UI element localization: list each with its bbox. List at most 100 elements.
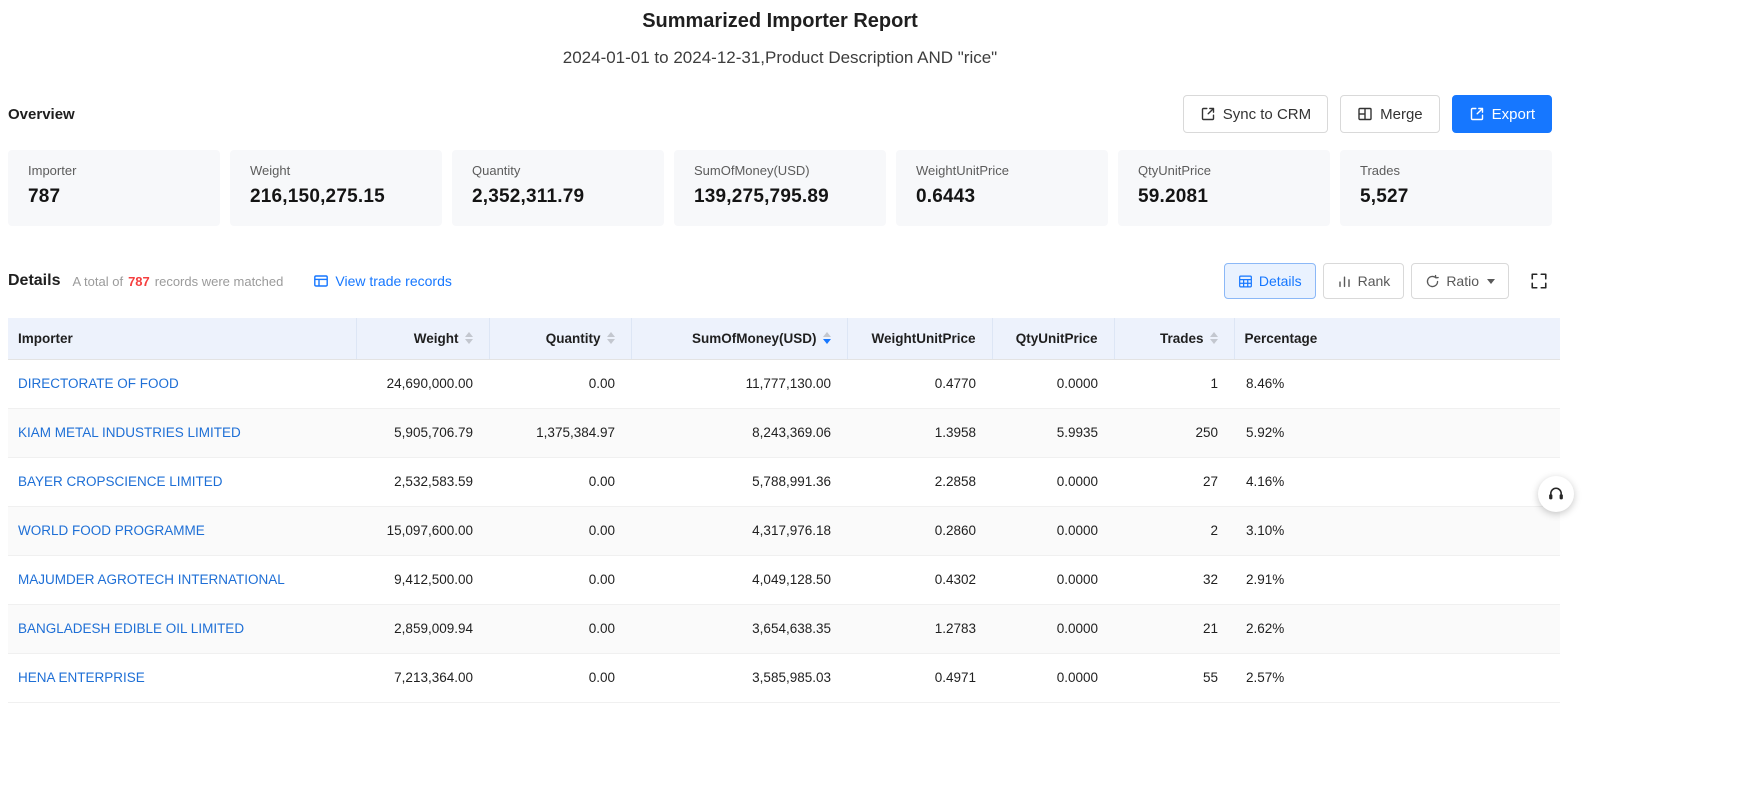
trade-records-icon bbox=[313, 273, 329, 289]
fullscreen-button[interactable] bbox=[1526, 268, 1552, 294]
matched-summary: A total of 787 records were matched bbox=[72, 274, 283, 289]
trades-cell: 2 bbox=[1114, 506, 1234, 555]
stat-value: 59.2081 bbox=[1138, 186, 1310, 208]
export-button[interactable]: Export bbox=[1452, 95, 1552, 133]
sort-carets-icon[interactable] bbox=[465, 332, 473, 344]
percentage-cell: 5.92% bbox=[1234, 408, 1560, 457]
stats-row: Importer 787 Weight 216,150,275.15 Quant… bbox=[8, 150, 1552, 226]
stat-value: 2,352,311.79 bbox=[472, 186, 644, 208]
sum-of-money-cell: 11,777,130.00 bbox=[631, 359, 847, 408]
rank-toggle-label: Rank bbox=[1358, 273, 1391, 289]
percentage-cell: 8.46% bbox=[1234, 359, 1560, 408]
weight-unit-price-cell: 0.4770 bbox=[847, 359, 992, 408]
table-row: BANGLADESH EDIBLE OIL LIMITED 2,859,009.… bbox=[8, 604, 1560, 653]
column-label: Trades bbox=[1160, 331, 1204, 346]
stat-label: WeightUnitPrice bbox=[916, 163, 1088, 178]
importer-link[interactable]: BANGLADESH EDIBLE OIL LIMITED bbox=[18, 621, 244, 636]
importer-link[interactable]: KIAM METAL INDUSTRIES LIMITED bbox=[18, 425, 241, 440]
weight-unit-price-cell: 0.4971 bbox=[847, 653, 992, 702]
merge-icon bbox=[1357, 106, 1373, 122]
weight-cell: 2,532,583.59 bbox=[356, 457, 489, 506]
merge-label: Merge bbox=[1380, 106, 1423, 123]
weight-cell: 2,859,009.94 bbox=[356, 604, 489, 653]
importer-link[interactable]: HENA ENTERPRISE bbox=[18, 670, 145, 685]
importer-link[interactable]: WORLD FOOD PROGRAMME bbox=[18, 523, 205, 538]
stat-card: Quantity 2,352,311.79 bbox=[452, 150, 664, 226]
importer-cell: BANGLADESH EDIBLE OIL LIMITED bbox=[8, 604, 356, 653]
importer-link[interactable]: DIRECTORATE OF FOOD bbox=[18, 376, 179, 391]
sort-carets-icon[interactable] bbox=[1210, 332, 1218, 344]
column-header-weight[interactable]: Weight bbox=[356, 318, 489, 359]
column-header-trades[interactable]: Trades bbox=[1114, 318, 1234, 359]
ratio-toggle-label: Ratio bbox=[1446, 273, 1479, 289]
quantity-cell: 0.00 bbox=[489, 604, 631, 653]
weight-cell: 7,213,364.00 bbox=[356, 653, 489, 702]
bar-chart-icon bbox=[1337, 274, 1352, 289]
importer-link[interactable]: BAYER CROPSCIENCE LIMITED bbox=[18, 474, 223, 489]
column-header-quantity[interactable]: Quantity bbox=[489, 318, 631, 359]
sum-of-money-cell: 3,585,985.03 bbox=[631, 653, 847, 702]
weight-cell: 9,412,500.00 bbox=[356, 555, 489, 604]
column-header-percentage: Percentage bbox=[1234, 318, 1560, 359]
trades-cell: 1 bbox=[1114, 359, 1234, 408]
support-button[interactable] bbox=[1538, 476, 1574, 512]
sum-of-money-cell: 4,049,128.50 bbox=[631, 555, 847, 604]
weight-unit-price-cell: 1.3958 bbox=[847, 408, 992, 457]
stat-card: Weight 216,150,275.15 bbox=[230, 150, 442, 226]
column-label: Percentage bbox=[1245, 331, 1318, 346]
details-view-toggle[interactable]: Details bbox=[1224, 263, 1316, 299]
sort-carets-icon[interactable] bbox=[607, 332, 615, 344]
table-header-row: Importer Weight Quantity SumOfMoney(USD)Wei… bbox=[8, 318, 1560, 359]
column-header-importer: Importer bbox=[8, 318, 356, 359]
page-title: Summarized Importer Report bbox=[0, 10, 1560, 33]
weight-cell: 5,905,706.79 bbox=[356, 408, 489, 457]
quantity-cell: 0.00 bbox=[489, 506, 631, 555]
importer-cell: DIRECTORATE OF FOOD bbox=[8, 359, 356, 408]
weight-unit-price-cell: 0.4302 bbox=[847, 555, 992, 604]
percentage-cell: 4.16% bbox=[1234, 457, 1560, 506]
quantity-cell: 0.00 bbox=[489, 555, 631, 604]
column-label: Importer bbox=[18, 331, 73, 346]
stat-value: 5,527 bbox=[1360, 186, 1532, 208]
weight-unit-price-cell: 2.2858 bbox=[847, 457, 992, 506]
action-buttons: Sync to CRM Merge Export bbox=[1183, 95, 1552, 133]
page-content: Summarized Importer Report 2024-01-01 to… bbox=[0, 0, 1560, 703]
column-header-sum_of_money[interactable]: SumOfMoney(USD) bbox=[631, 318, 847, 359]
table-row: DIRECTORATE OF FOOD 24,690,000.00 0.00 1… bbox=[8, 359, 1560, 408]
stat-card: QtyUnitPrice 59.2081 bbox=[1118, 150, 1330, 226]
chevron-down-icon bbox=[1487, 279, 1495, 284]
stat-card: SumOfMoney(USD) 139,275,795.89 bbox=[674, 150, 886, 226]
quantity-cell: 1,375,384.97 bbox=[489, 408, 631, 457]
merge-button[interactable]: Merge bbox=[1340, 95, 1440, 133]
export-icon bbox=[1469, 106, 1485, 122]
table-view-icon bbox=[1238, 274, 1253, 289]
overview-bar: Overview Sync to CRM Merge Export bbox=[8, 95, 1552, 133]
importer-link[interactable]: MAJUMDER AGROTECH INTERNATIONAL bbox=[18, 572, 285, 587]
stat-label: QtyUnitPrice bbox=[1138, 163, 1310, 178]
table-row: BAYER CROPSCIENCE LIMITED 2,532,583.59 0… bbox=[8, 457, 1560, 506]
quantity-cell: 0.00 bbox=[489, 359, 631, 408]
importer-cell: HENA ENTERPRISE bbox=[8, 653, 356, 702]
trades-cell: 55 bbox=[1114, 653, 1234, 702]
rank-view-toggle[interactable]: Rank bbox=[1323, 263, 1405, 299]
column-label: Quantity bbox=[546, 331, 601, 346]
stat-card: WeightUnitPrice 0.6443 bbox=[896, 150, 1108, 226]
sync-to-crm-button[interactable]: Sync to CRM bbox=[1183, 95, 1328, 133]
sync-to-crm-label: Sync to CRM bbox=[1223, 106, 1311, 123]
report-header: Summarized Importer Report 2024-01-01 to… bbox=[0, 0, 1560, 68]
column-header-weight_unit_price: WeightUnitPrice bbox=[847, 318, 992, 359]
ratio-view-toggle[interactable]: Ratio bbox=[1411, 263, 1509, 299]
percentage-cell: 2.57% bbox=[1234, 653, 1560, 702]
details-toggle-label: Details bbox=[1259, 273, 1302, 289]
qty-unit-price-cell: 0.0000 bbox=[992, 506, 1114, 555]
view-trade-records-link[interactable]: View trade records bbox=[313, 273, 451, 289]
stat-label: SumOfMoney(USD) bbox=[694, 163, 866, 178]
stat-value: 139,275,795.89 bbox=[694, 186, 866, 208]
sync-icon bbox=[1200, 106, 1216, 122]
importer-cell: BAYER CROPSCIENCE LIMITED bbox=[8, 457, 356, 506]
stat-label: Importer bbox=[28, 163, 200, 178]
sort-carets-icon[interactable] bbox=[823, 332, 831, 344]
table-row: MAJUMDER AGROTECH INTERNATIONAL 9,412,50… bbox=[8, 555, 1560, 604]
importer-cell: WORLD FOOD PROGRAMME bbox=[8, 506, 356, 555]
view-toggles: Details Rank Ratio bbox=[1224, 263, 1552, 299]
